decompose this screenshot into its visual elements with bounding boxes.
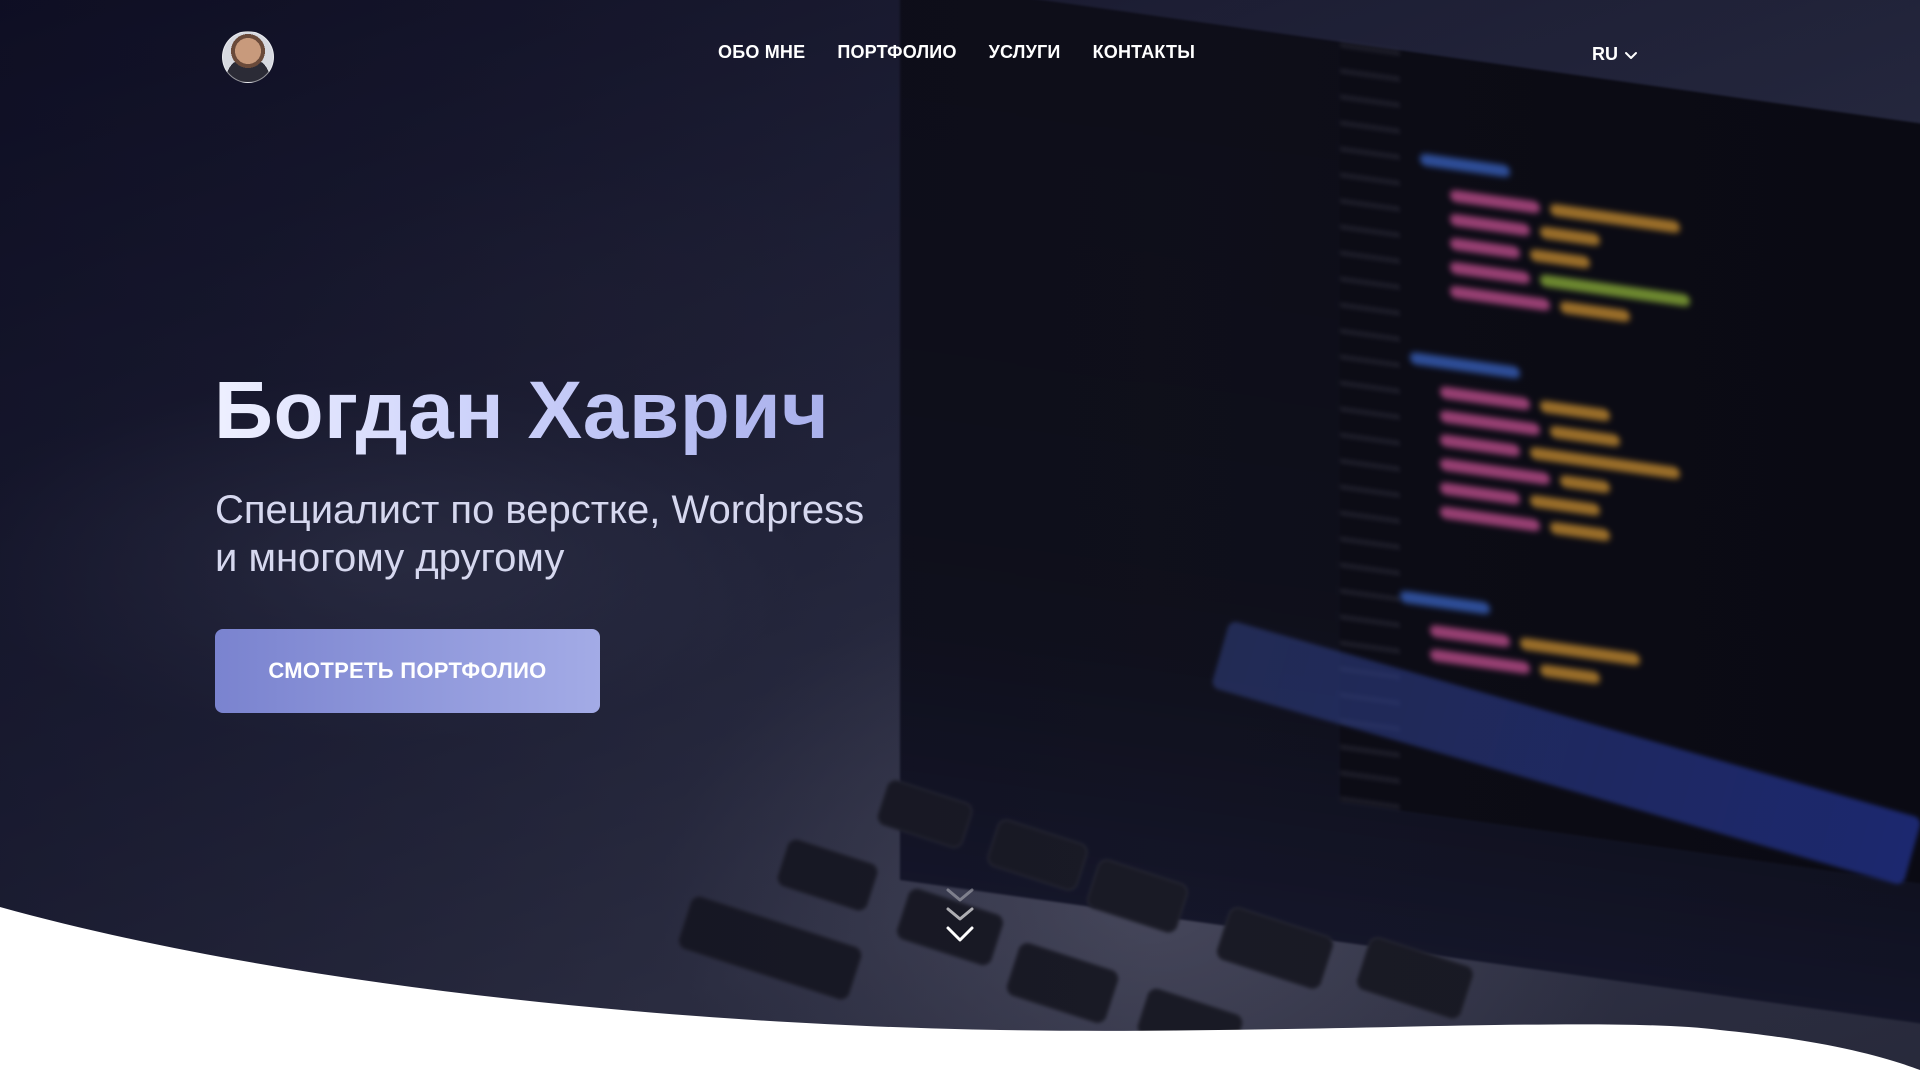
avatar[interactable] (222, 31, 274, 83)
triple-chevron-down-icon[interactable] (944, 884, 976, 950)
hero-subtitle-line-2: и многому другому (215, 536, 565, 580)
nav-link-portfolio[interactable]: ПОРТФОЛИО (837, 42, 956, 63)
view-portfolio-button[interactable]: СМОТРЕТЬ ПОРТФОЛИО (215, 629, 600, 713)
language-label: RU (1592, 44, 1618, 64)
site-header: ОБО МНЕ ПОРТФОЛИО УСЛУГИ КОНТАКТЫ RU (0, 0, 1920, 110)
hero-subtitle: Специалист по верстке, Wordpress и много… (215, 486, 935, 582)
chevron-down-icon (1625, 51, 1637, 59)
hero-subtitle-line-1: Специалист по верстке, Wordpress (215, 488, 865, 532)
nav-link-about[interactable]: ОБО МНЕ (718, 42, 805, 63)
main-nav: ОБО МНЕ ПОРТФОЛИО УСЛУГИ КОНТАКТЫ (718, 42, 1195, 63)
nav-link-services[interactable]: УСЛУГИ (989, 42, 1061, 63)
language-selector[interactable]: RU (1592, 44, 1638, 65)
page-title: Богдан Хаврич (214, 365, 830, 456)
nav-link-contacts[interactable]: КОНТАКТЫ (1093, 42, 1196, 63)
